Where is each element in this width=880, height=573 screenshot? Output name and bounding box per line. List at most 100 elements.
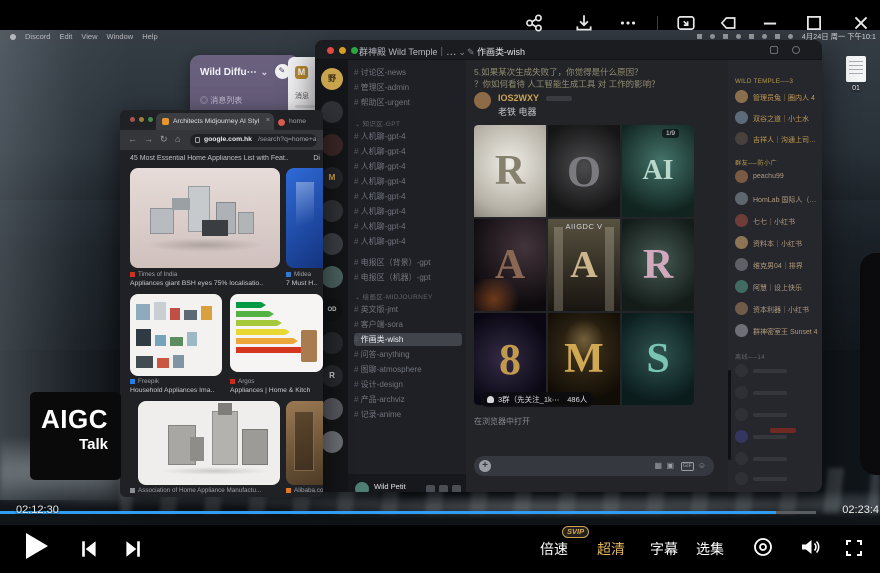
avatar [735,214,748,227]
favicon [130,379,135,384]
search-icon [787,34,793,39]
chat-message: 5.如果某次生成失败了，你觉得是什么原因？ [474,67,643,77]
previous-button[interactable] [78,538,100,560]
share-icon[interactable] [524,13,544,33]
search-result-heading: Di [313,155,320,162]
reload-icon: ↻ [160,134,168,144]
browser-tab: home [278,116,323,130]
close-traffic-light [130,117,135,122]
member-row: 管理员兔｜圈内人 4 [735,90,819,106]
status-icon [722,34,728,39]
member-row [735,386,819,402]
channel-item: 管理区-admin [354,81,462,94]
server-icon [321,200,343,222]
play-button[interactable] [26,533,48,559]
mic-icon [426,485,435,492]
zoom-traffic-light [148,117,153,122]
wave-foam [260,492,880,520]
server-icon [321,398,343,420]
discord-member-list: WILD TEMPLE──3 管理员兔｜圈内人 4 双谷之道｜小土水 吉祥人｜沟… [728,60,822,492]
episodes-button[interactable]: 选集 [696,539,724,559]
subtitles-button[interactable]: 字幕 [650,539,678,559]
member-row: 资料本｜小红书 [735,236,819,252]
quality-button[interactable]: 超清 [597,539,625,559]
video-player: Discord Edit View Window Help 4月24日 周一 下… [0,0,880,573]
member-row: peachu99 [735,170,819,186]
menubar-item: View [81,32,98,41]
member-row [735,408,819,424]
popup-menu-item: 消息列表 [200,95,242,106]
download-icon[interactable] [574,13,594,33]
channel-item: 问答-anything [354,348,462,361]
channel-item: 记录-anime [354,408,462,421]
more-icon[interactable] [618,13,638,33]
channel-item: 电报区（背景）-gpt [354,256,462,269]
browser-toolbar: ← → ↻ ⌂ google.com.hk /search?q=home+a [120,130,323,150]
chrome-window: Architects Midjourney AI Styl × home ← →… [120,110,323,497]
channel-item: 设计-design [354,378,462,391]
midjourney-logo: M [295,66,308,79]
ai-image-grid: R O AI A A R 8 M S [474,125,694,405]
speed-button[interactable]: 倍速 [540,539,568,559]
avatar [735,236,748,249]
cast-icon[interactable] [752,536,774,558]
server-icon: OD [321,299,343,321]
volume-icon[interactable] [799,536,821,558]
letter-art-tile: A [548,219,620,311]
result-source: Alibaba.com H.. [286,487,323,494]
status-icon [696,34,702,39]
close-icon[interactable] [851,13,871,33]
result-source: Freepik [130,378,222,385]
image-result [138,401,280,485]
image-result [130,168,280,268]
window-corner [860,253,880,475]
avatar [735,258,748,271]
discord-user-bar: Wild Petit [348,474,466,492]
channel-item: 英文版-jmt [354,303,462,316]
result-caption: Household Appliances Ima.. [130,387,215,394]
avatar [735,324,748,337]
lock-icon [195,136,200,143]
result-source: Midea [286,271,322,278]
inbox-icon [770,46,778,54]
channel-title: 作画类-wish [467,45,525,58]
channel-item: 人机聊-gpt-4 [354,205,462,218]
player-titlebar [0,0,880,30]
mini-player-icon[interactable] [718,13,738,33]
minimize-traffic-light [339,46,346,54]
member-row: 阿慧｜设上快乐 [735,280,819,296]
channel-item: 图聊-atmosphere [354,363,462,376]
channel-item: 电报区（机器）-gpt [354,271,462,284]
channel-item: 人机聊-gpt-4 [354,130,462,143]
seek-bar[interactable] [0,511,816,514]
letter-art-tile: S [622,313,694,405]
close-traffic-light [327,46,334,54]
maximize-icon[interactable] [804,13,824,33]
member-section: 离线──14 [735,354,765,361]
avatar [735,111,748,124]
video-frame[interactable]: Discord Edit View Window Help 4月24日 周一 下… [0,30,880,525]
battery-icon [774,34,780,39]
menubar-item: Window [106,32,134,41]
favicon [230,379,235,384]
menubar-item: Help [142,32,158,41]
tab-close-icon: × [265,117,270,124]
status-badge [770,428,796,433]
member-row: 双谷之道｜小土水 [735,111,819,127]
server-icon [321,233,343,255]
favicon [286,488,291,493]
tab-favicon [162,118,169,125]
channel-item: 帮助区-urgent [354,96,462,109]
popup-title: Wild Diffu⋯ [200,67,268,78]
result-caption: Appliances | Home & Kitch [230,387,311,394]
minimize-traffic-light [139,117,144,122]
image-result [286,401,323,485]
zoom-traffic-light [351,46,358,54]
picture-in-picture-icon[interactable] [676,13,696,33]
server-icon [321,101,343,123]
member-row [735,452,819,468]
help-icon [792,46,800,54]
fullscreen-icon[interactable] [844,538,864,558]
minimize-icon[interactable] [760,13,780,33]
next-button[interactable] [122,538,144,560]
